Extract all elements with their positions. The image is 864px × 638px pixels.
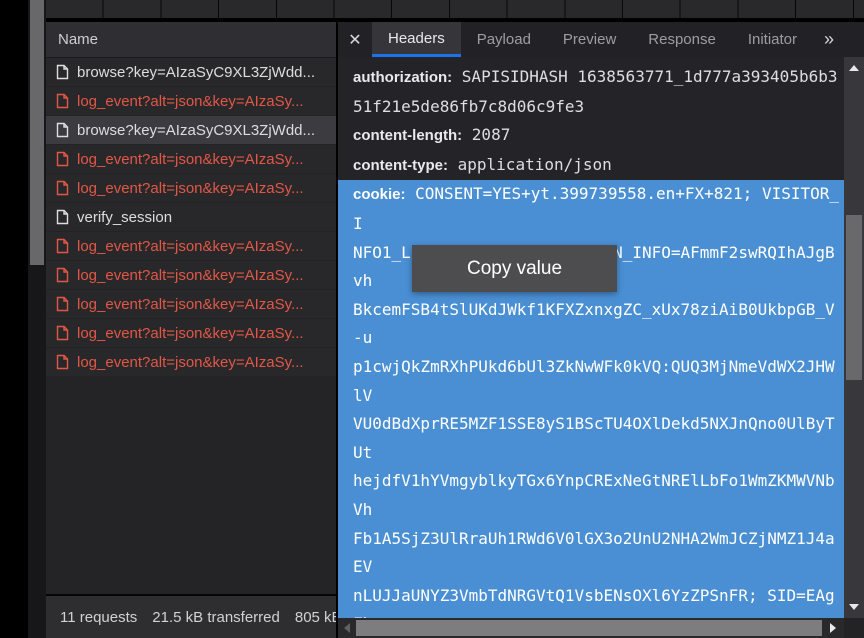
request-row-label: browse?key=AIzaSyC9XL3ZjWdd... [77,64,315,81]
request-row-label: log_event?alt=json&key=AIzaSy... [77,325,304,342]
devtools-network-panel: Name browse?key=AIzaSyC9XL3ZjWdd... log_… [0,0,864,638]
more-tabs-icon[interactable]: » [824,22,834,57]
header-value: 2087 [472,125,511,144]
request-row-label: log_event?alt=json&key=AIzaSy... [77,93,304,110]
detail-tab-bar: ✕ Headers Payload Preview Response Initi… [338,22,864,57]
scroll-right-icon[interactable] [830,623,836,633]
request-count: 11 requests [60,609,137,626]
file-icon [56,354,69,370]
network-overview-strip [46,0,864,18]
request-row[interactable]: log_event?alt=json&key=AIzaSy... [46,290,336,319]
header-content-length: content-length: 2087 [353,121,839,151]
request-row[interactable]: log_event?alt=json&key=AIzaSy... [46,319,336,348]
request-row-label: log_event?alt=json&key=AIzaSy... [77,267,304,284]
request-row[interactable]: log_event?alt=json&key=AIzaSy... [46,232,336,261]
header-value: application/json [458,155,612,174]
tab-preview[interactable]: Preview [547,22,632,57]
header-name: authorization: [353,69,452,86]
headers-content: authorization: SAPISIDHASH 1638563771_1d… [338,57,844,618]
request-row-label: log_event?alt=json&key=AIzaSy... [77,238,304,255]
request-row-label: log_event?alt=json&key=AIzaSy... [77,354,304,371]
request-row[interactable]: log_event?alt=json&key=AIzaSy... [46,145,336,174]
header-content-type: content-type: application/json [353,151,839,181]
request-row-label: log_event?alt=json&key=AIzaSy... [77,151,304,168]
scroll-up-icon[interactable] [849,65,859,71]
request-row[interactable]: log_event?alt=json&key=AIzaSy... [46,174,336,203]
vertical-scrollbar-thumb[interactable] [846,215,862,380]
tab-headers[interactable]: Headers [372,22,461,57]
close-icon[interactable]: ✕ [338,22,372,57]
scroll-down-icon[interactable] [849,604,859,610]
file-icon [56,64,69,80]
request-detail-panel: ✕ Headers Payload Preview Response Initi… [338,22,864,638]
vertical-scrollbar[interactable] [844,57,864,618]
file-icon [56,209,69,225]
horizontal-scrollbar-thumb[interactable] [356,620,822,636]
tab-response[interactable]: Response [632,22,732,57]
transferred-size: 21.5 kB transferred [152,609,280,626]
file-icon [56,296,69,312]
horizontal-scrollbar[interactable] [338,618,844,638]
request-row[interactable]: browse?key=AIzaSyC9XL3ZjWdd... [46,58,336,87]
scrollbar-corner [844,618,864,638]
tab-initiator[interactable]: Initiator [732,22,813,57]
file-icon [56,325,69,341]
request-list: browse?key=AIzaSyC9XL3ZjWdd... log_event… [46,58,336,377]
request-row-label: log_event?alt=json&key=AIzaSy... [77,296,304,313]
header-name: cookie: [353,186,406,203]
file-icon [56,267,69,283]
request-list-panel: Name browse?key=AIzaSyC9XL3ZjWdd... log_… [46,22,336,638]
network-status-bar: 11 requests 21.5 kB transferred 805 kB [46,594,336,638]
request-row[interactable]: verify_session [46,203,336,232]
request-row[interactable]: log_event?alt=json&key=AIzaSy... [46,261,336,290]
file-icon [56,238,69,254]
header-authorization: authorization: SAPISIDHASH 1638563771_1d… [353,63,839,121]
left-edge-scrollbar[interactable] [28,0,46,638]
header-name: content-length: [353,127,462,144]
request-row-label: browse?key=AIzaSyC9XL3ZjWdd... [77,122,315,139]
tab-payload[interactable]: Payload [461,22,547,57]
resources-size: 805 kB [295,609,336,626]
request-row-selected[interactable]: browse?key=AIzaSyC9XL3ZjWdd... [46,116,336,145]
request-row-label: log_event?alt=json&key=AIzaSy... [77,180,304,197]
file-icon [56,151,69,167]
file-icon [56,180,69,196]
file-icon [56,122,69,138]
copy-value-tooltip[interactable]: Copy value [412,245,617,292]
scroll-left-icon[interactable] [344,623,350,633]
name-column-header[interactable]: Name [46,22,336,58]
request-row-label: verify_session [77,209,172,226]
file-icon [56,93,69,109]
request-row[interactable]: log_event?alt=json&key=AIzaSy... [46,348,336,377]
request-row[interactable]: log_event?alt=json&key=AIzaSy... [46,87,336,116]
header-name: content-type: [353,157,448,174]
left-edge-scrollbar-thumb[interactable] [30,0,44,265]
